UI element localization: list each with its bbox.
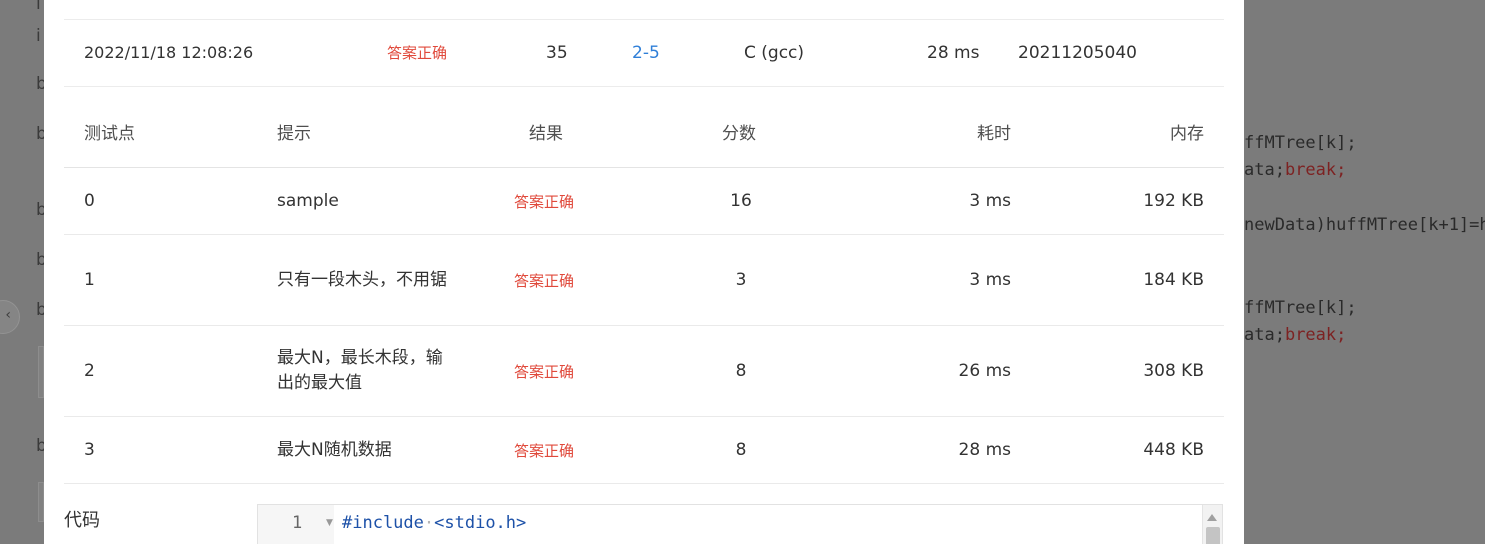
case-id: 1	[84, 270, 95, 290]
table-row: 0 sample 答案正确 16 3 ms 192 KB	[64, 168, 1224, 235]
case-memory: 308 KB	[1143, 361, 1204, 381]
header-case: 测试点	[84, 124, 135, 144]
divider	[64, 86, 1224, 87]
case-time: 3 ms	[969, 270, 1011, 290]
run-time: 28 ms	[927, 43, 980, 63]
case-score: 3	[735, 270, 747, 290]
case-time: 28 ms	[958, 440, 1011, 460]
code-label: 代码	[64, 510, 100, 531]
bg-code-line: ata;break;	[1244, 325, 1347, 345]
table-row: 3 最大N随机数据 答案正确 8 28 ms 448 KB	[64, 417, 1224, 484]
case-time: 3 ms	[969, 191, 1011, 211]
case-score: 8	[735, 361, 747, 381]
bg-code-line: ffMTree[k];	[1244, 133, 1357, 153]
case-memory: 192 KB	[1143, 191, 1204, 211]
submit-time: 2022/11/18 12:08:26	[84, 43, 254, 62]
background-left-panel: i i b b b b b b	[0, 0, 47, 544]
code-editor[interactable]: 1 ▼ #include·<stdio.h>	[257, 504, 1223, 544]
case-result: 答案正确	[514, 362, 575, 381]
bg-code-line: newData)huffMTree[k+1]=h	[1244, 215, 1485, 235]
chevron-left-icon: ‹	[5, 307, 11, 323]
table-row: 1 只有一段木头，不用锯 答案正确 3 3 ms 184 KB	[64, 235, 1224, 326]
submission-detail-modal: 2022/11/18 12:08:26 答案正确 35 2-5 C (gcc) …	[44, 0, 1244, 544]
fold-arrow-icon[interactable]: ▼	[326, 518, 333, 528]
case-time: 26 ms	[958, 361, 1011, 381]
case-hint: sample	[277, 190, 339, 211]
scroll-thumb[interactable]	[1206, 527, 1220, 544]
table-row: 2 最大N，最长木段，输出的最大值 答案正确 8 26 ms 308 KB	[64, 326, 1224, 417]
case-hint: 最大N随机数据	[277, 439, 392, 460]
header-result: 结果	[529, 124, 563, 144]
submission-score: 35	[546, 43, 568, 63]
scroll-up-arrow-icon[interactable]	[1207, 514, 1217, 521]
bg-code-line: ffMTree[k];	[1244, 298, 1357, 318]
bg-glyph: i	[36, 0, 41, 14]
code-keyword: #include	[342, 513, 424, 533]
line-number: 1	[292, 513, 303, 533]
case-hint: 只有一段木头，不用锯	[277, 269, 447, 290]
problem-link[interactable]: 2-5	[632, 20, 660, 86]
case-id: 3	[84, 440, 95, 460]
case-memory: 448 KB	[1143, 440, 1204, 460]
case-result: 答案正确	[514, 192, 575, 211]
submission-status: 答案正确	[387, 44, 448, 62]
background-code-view: ffMTree[k]; ata;break; newData)huffMTree…	[1244, 0, 1485, 544]
editor-scrollbar[interactable]	[1202, 505, 1222, 544]
case-id: 2	[84, 361, 95, 381]
case-result: 答案正确	[514, 271, 575, 290]
case-memory: 184 KB	[1143, 270, 1204, 290]
case-score: 8	[735, 440, 747, 460]
user-id: 20211205040	[1018, 43, 1137, 63]
compiler: C (gcc)	[744, 43, 805, 63]
test-case-table: 测试点 提示 结果 分数 耗时 内存 0 sample 答案正确 16 3 ms…	[64, 100, 1224, 484]
whitespace-marker: ·	[423, 513, 435, 533]
case-hint: 最大N，最长木段，输出的最大值	[277, 348, 443, 393]
case-result: 答案正确	[514, 441, 575, 460]
bg-glyph: i	[36, 26, 41, 46]
header-memory: 内存	[1170, 124, 1204, 144]
bg-code-line: ata;break;	[1244, 160, 1347, 180]
header-score: 分数	[722, 124, 756, 144]
editor-gutter: 1 ▼	[258, 505, 334, 544]
submission-summary-row: 2022/11/18 12:08:26 答案正确 35 2-5 C (gcc) …	[64, 20, 1224, 86]
table-header: 测试点 提示 结果 分数 耗时 内存	[64, 100, 1224, 168]
code-line: #include·<stdio.h>	[342, 513, 526, 533]
case-id: 0	[84, 191, 95, 211]
code-header: <stdio.h>	[434, 513, 527, 533]
header-time: 耗时	[977, 124, 1011, 144]
header-hint: 提示	[277, 124, 311, 144]
case-score: 16	[730, 191, 752, 211]
